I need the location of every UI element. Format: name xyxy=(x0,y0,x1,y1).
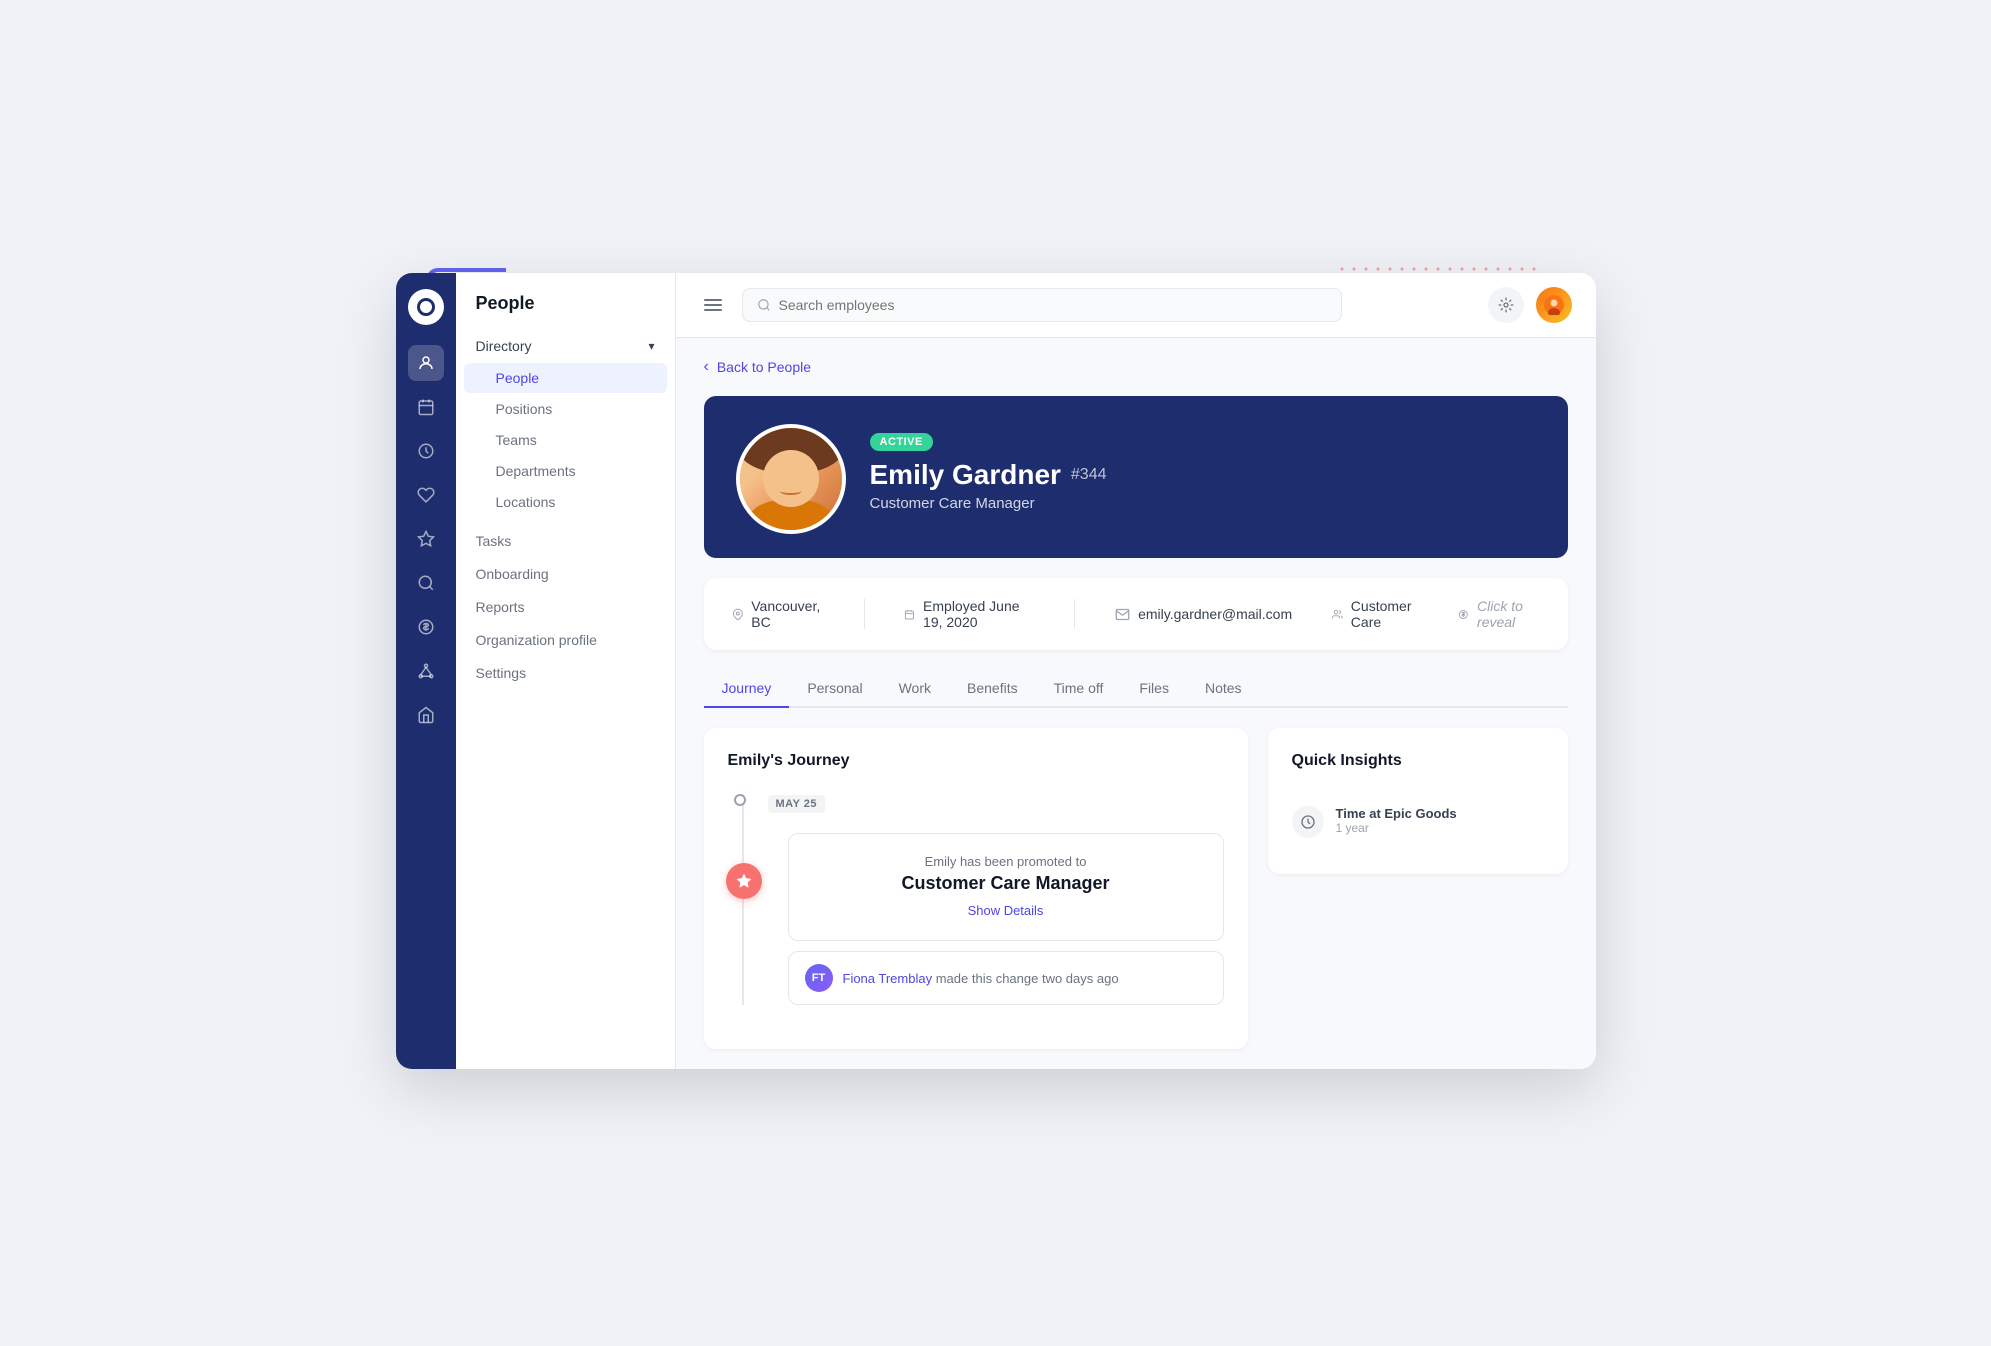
search-icon xyxy=(757,298,771,312)
journey-card: Emily's Journey MAY 25 xyxy=(704,728,1248,1049)
search-bar xyxy=(742,288,1342,322)
clock-nav-icon[interactable] xyxy=(408,433,444,469)
changer-avatar: FT xyxy=(805,964,833,992)
event-title: Customer Care Manager xyxy=(813,873,1199,894)
salary-reveal-text[interactable]: Click to reveal xyxy=(1477,598,1539,630)
dollar-nav-icon[interactable] xyxy=(408,609,444,645)
timeline-entry-1: MAY 25 Emily has been promoted to Custom… xyxy=(768,794,1224,1005)
sidebar-title: People xyxy=(456,293,675,330)
location-icon xyxy=(732,607,744,622)
profile-details-row: Vancouver, BC Employed June 19, 2020 emi… xyxy=(704,578,1568,650)
tab-work[interactable]: Work xyxy=(881,670,949,708)
profile-name-row: Emily Gardner #344 xyxy=(870,459,1536,491)
insight-item-value: 1 year xyxy=(1336,821,1457,835)
logo-circle xyxy=(417,298,435,316)
salary-detail[interactable]: Click to reveal xyxy=(1458,598,1539,630)
nav-item-departments[interactable]: Departments xyxy=(464,456,667,486)
nav-sidebar: People Directory ▾ People Positions Team… xyxy=(456,273,676,1069)
main-content: ‹ Back to People xyxy=(676,273,1596,1069)
email-text: emily.gardner@mail.com xyxy=(1138,606,1292,622)
email-icon xyxy=(1115,607,1130,622)
network-nav-icon[interactable] xyxy=(408,653,444,689)
journey-card-title: Emily's Journey xyxy=(728,752,1224,770)
nav-item-positions[interactable]: Positions xyxy=(464,394,667,424)
page-content: ‹ Back to People xyxy=(676,338,1596,1069)
directory-section-header[interactable]: Directory ▾ xyxy=(456,330,675,362)
location-text: Vancouver, BC xyxy=(751,598,823,630)
status-badge: ACTIVE xyxy=(870,433,933,451)
salary-icon xyxy=(1458,607,1469,622)
nav-item-settings[interactable]: Settings xyxy=(456,657,675,689)
profile-header-card: ACTIVE Emily Gardner #344 Customer Care … xyxy=(704,396,1568,558)
clock-insight-icon xyxy=(1292,806,1324,838)
change-note-action: made this change two days ago xyxy=(936,971,1119,986)
nav-item-tasks[interactable]: Tasks xyxy=(456,525,675,557)
directory-section: Directory ▾ People Positions Teams Depar… xyxy=(456,330,675,517)
profile-tabs: Journey Personal Work Benefits Time off … xyxy=(704,670,1568,708)
journey-event-card: Emily has been promoted to Customer Care… xyxy=(788,833,1224,941)
journey-timeline: MAY 25 Emily has been promoted to Custom… xyxy=(728,794,1224,1005)
back-arrow-icon: ‹ xyxy=(704,358,709,376)
settings-button[interactable] xyxy=(1488,287,1524,323)
insight-item-title: Time at Epic Goods xyxy=(1336,806,1457,821)
insights-title: Quick Insights xyxy=(1292,752,1544,770)
change-note: FT Fiona Tremblay made this change two d… xyxy=(788,951,1224,1005)
quick-insights-card: Quick Insights Time at Epic Goods 1 year xyxy=(1268,728,1568,874)
nav-item-teams[interactable]: Teams xyxy=(464,425,667,455)
profile-avatar xyxy=(736,424,846,534)
heart-nav-icon[interactable] xyxy=(408,477,444,513)
show-details-link[interactable]: Show Details xyxy=(968,903,1044,918)
profile-info: ACTIVE Emily Gardner #344 Customer Care … xyxy=(870,424,1536,512)
chevron-down-icon: ▾ xyxy=(648,339,654,353)
detail-divider-2 xyxy=(1074,599,1075,629)
insight-item-time: Time at Epic Goods 1 year xyxy=(1292,794,1544,850)
nav-item-onboarding[interactable]: Onboarding xyxy=(456,558,675,590)
event-subtitle: Emily has been promoted to xyxy=(813,854,1199,869)
changer-name[interactable]: Fiona Tremblay xyxy=(843,971,933,986)
timeline-date: MAY 25 xyxy=(768,795,826,813)
profile-employee-id: #344 xyxy=(1071,466,1107,484)
back-to-people-link[interactable]: ‹ Back to People xyxy=(704,358,812,376)
tab-time-off[interactable]: Time off xyxy=(1036,670,1122,708)
profile-full-name: Emily Gardner xyxy=(870,459,1061,491)
hamburger-menu-button[interactable] xyxy=(700,295,726,315)
search-nav-icon[interactable] xyxy=(408,565,444,601)
insight-text-block: Time at Epic Goods 1 year xyxy=(1336,806,1457,835)
nav-item-reports[interactable]: Reports xyxy=(456,591,675,623)
department-text: Customer Care xyxy=(1351,598,1419,630)
user-avatar[interactable] xyxy=(1536,287,1572,323)
search-input[interactable] xyxy=(779,297,1327,313)
directory-label: Directory xyxy=(476,338,532,354)
calendar-detail-icon xyxy=(904,607,915,622)
email-detail: emily.gardner@mail.com xyxy=(1115,606,1292,622)
store-nav-icon[interactable] xyxy=(408,697,444,733)
content-grid: Emily's Journey MAY 25 xyxy=(704,728,1568,1049)
department-icon xyxy=(1332,607,1343,622)
nav-item-people[interactable]: People xyxy=(464,363,667,393)
back-link-label: Back to People xyxy=(717,359,811,375)
top-bar-actions xyxy=(1488,287,1572,323)
timeline-line xyxy=(742,794,744,1005)
tab-journey[interactable]: Journey xyxy=(704,670,790,708)
nav-item-locations[interactable]: Locations xyxy=(464,487,667,517)
timeline-dot xyxy=(734,794,746,806)
employed-date-text: Employed June 19, 2020 xyxy=(923,598,1034,630)
top-bar xyxy=(676,273,1596,338)
calendar-nav-icon[interactable] xyxy=(408,389,444,425)
department-detail: Customer Care xyxy=(1332,598,1418,630)
employed-date-detail: Employed June 19, 2020 xyxy=(904,598,1034,630)
tab-personal[interactable]: Personal xyxy=(789,670,880,708)
people-nav-icon[interactable] xyxy=(408,345,444,381)
detail-divider-1 xyxy=(864,599,865,629)
timeline-star-icon xyxy=(726,863,762,899)
icon-sidebar xyxy=(396,273,456,1069)
tab-benefits[interactable]: Benefits xyxy=(949,670,1036,708)
tab-files[interactable]: Files xyxy=(1121,670,1187,708)
profile-job-title: Customer Care Manager xyxy=(870,495,1536,512)
tab-notes[interactable]: Notes xyxy=(1187,670,1260,708)
nav-item-org-profile[interactable]: Organization profile xyxy=(456,624,675,656)
location-detail: Vancouver, BC xyxy=(732,598,824,630)
star-nav-icon[interactable] xyxy=(408,521,444,557)
app-logo[interactable] xyxy=(408,289,444,325)
